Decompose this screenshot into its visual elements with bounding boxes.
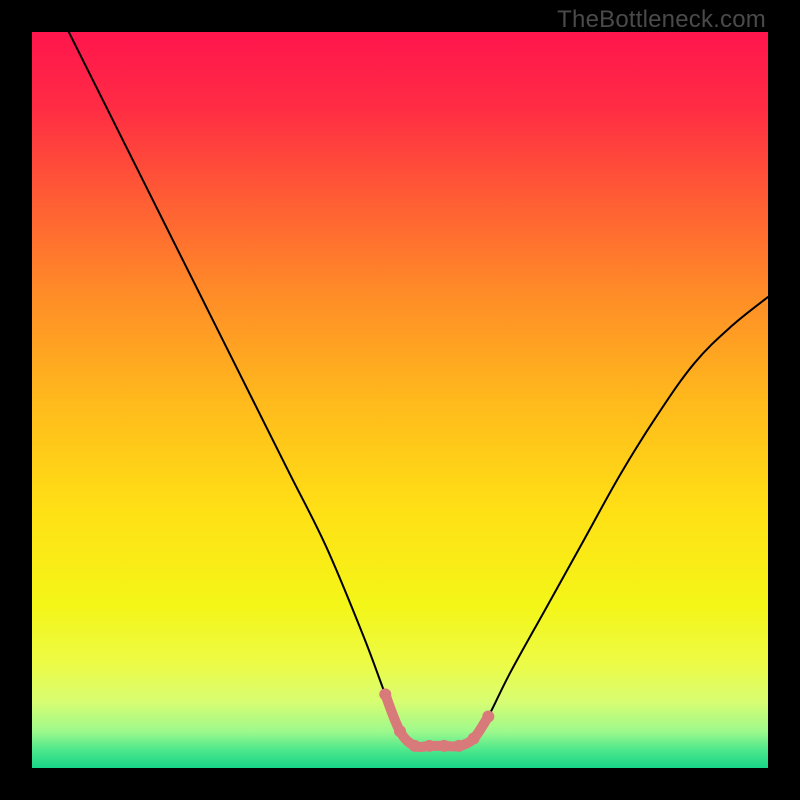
curve-layer — [32, 32, 768, 768]
plot-area — [32, 32, 768, 768]
highlight-dot — [438, 740, 450, 752]
highlight-dot — [379, 688, 391, 700]
chart-frame: TheBottleneck.com — [0, 0, 800, 800]
bottleneck-curve — [69, 32, 768, 747]
highlight-dot — [482, 710, 494, 722]
highlight-dot — [468, 733, 480, 745]
highlight-dot — [409, 740, 421, 752]
highlight-dot — [453, 740, 465, 752]
watermark-text: TheBottleneck.com — [557, 6, 766, 34]
highlight-dot — [423, 740, 435, 752]
highlight-dot — [394, 725, 406, 737]
